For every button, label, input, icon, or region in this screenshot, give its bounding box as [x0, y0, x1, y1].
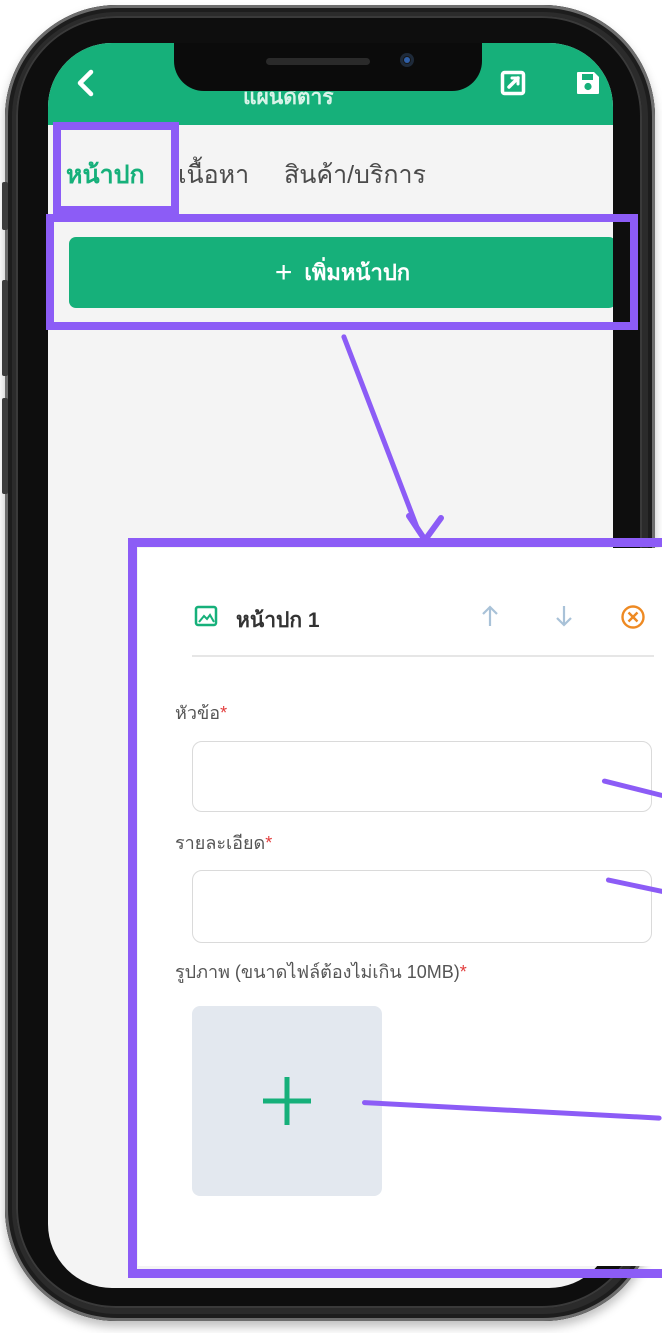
side-button — [2, 398, 8, 494]
external-edit-icon[interactable] — [500, 70, 526, 100]
tab-content[interactable]: เนื้อหา — [178, 155, 249, 195]
heading-input[interactable] — [192, 741, 652, 812]
heading-field-label: หัวข้อ* — [175, 703, 228, 723]
tab-products-services[interactable]: สินค้า/บริการ — [284, 155, 426, 195]
image-field-label: รูปภาพ (ขนาดไฟล์ต้องไม่เกิน 10MB)* — [175, 962, 467, 982]
card-title: หน้าปก 1 — [236, 609, 320, 632]
arrow-down-icon[interactable] — [554, 604, 574, 632]
save-icon[interactable] — [575, 70, 601, 100]
close-circle-icon[interactable] — [620, 604, 646, 634]
plus-icon — [263, 1077, 311, 1125]
card-divider — [192, 655, 654, 657]
image-upload-button[interactable] — [192, 1006, 382, 1196]
image-icon — [194, 605, 218, 631]
side-button — [2, 280, 8, 376]
detail-field-label: รายละเอียด* — [175, 833, 273, 853]
detail-input[interactable] — [192, 870, 652, 943]
highlight-add-button — [46, 214, 638, 330]
phone-camera — [400, 53, 414, 67]
side-button — [2, 182, 8, 230]
phone-notch — [174, 43, 482, 91]
phone-speaker — [266, 58, 370, 65]
chevron-left-icon[interactable] — [74, 69, 96, 103]
arrow-up-icon[interactable] — [480, 604, 500, 632]
